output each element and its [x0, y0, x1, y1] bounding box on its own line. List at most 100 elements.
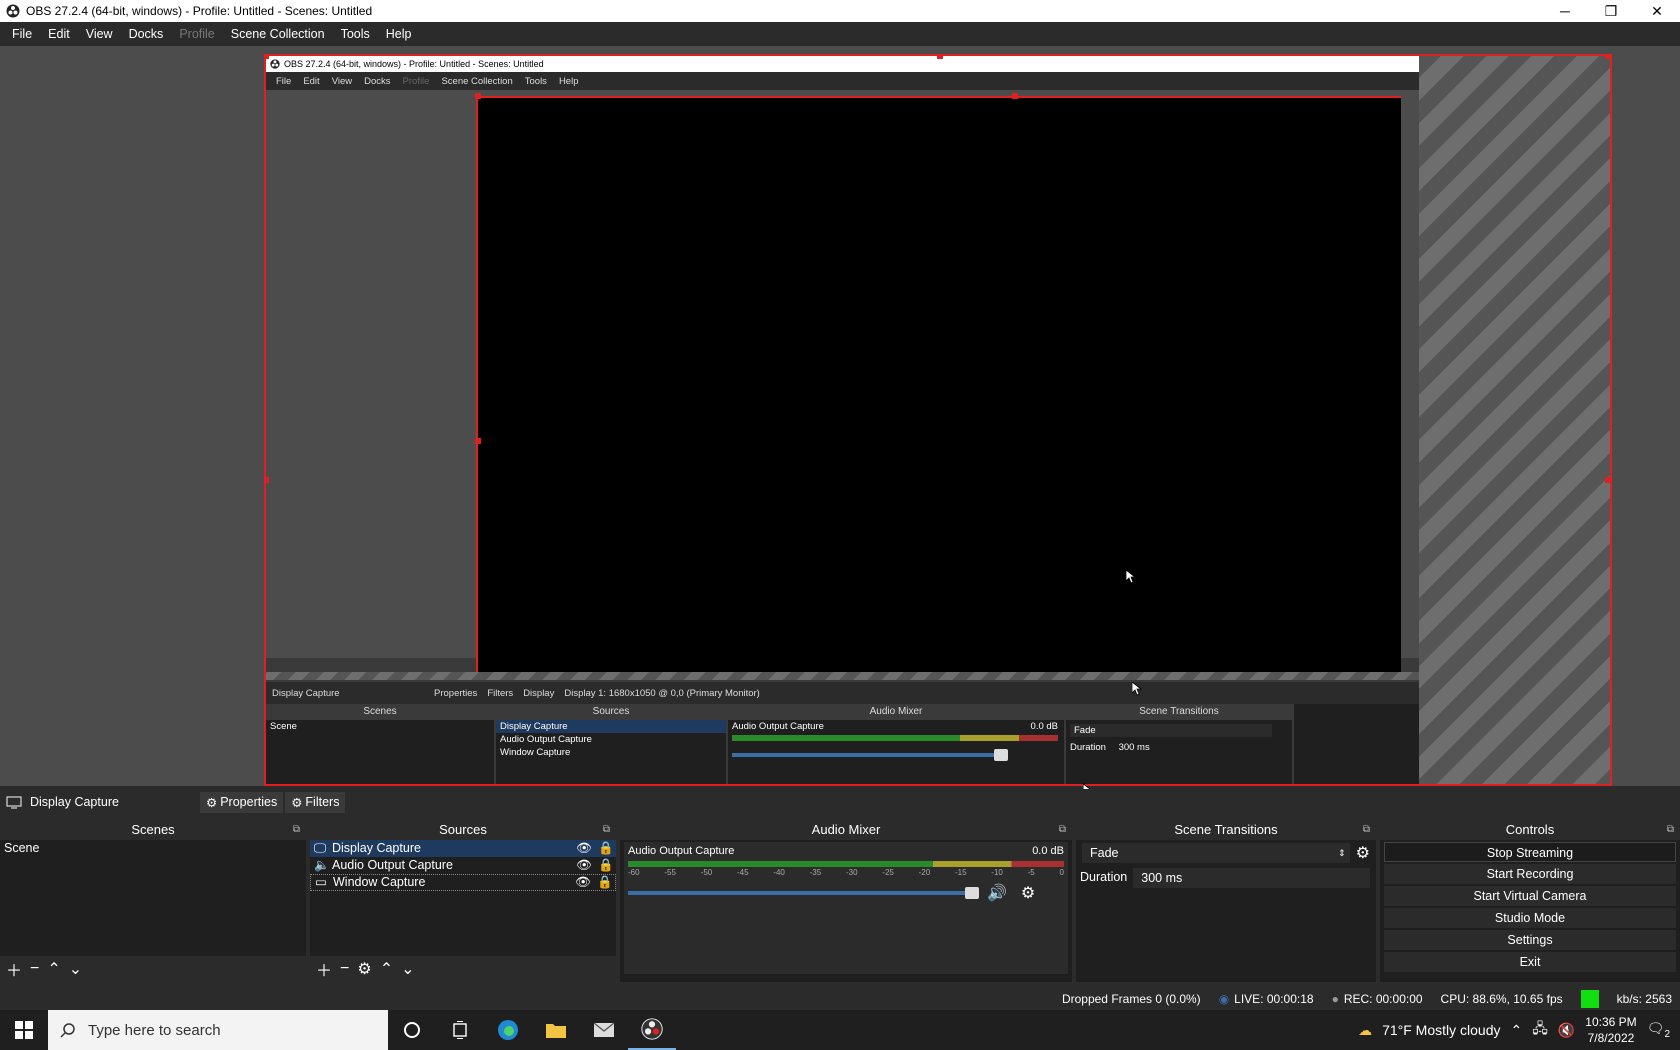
restore-button[interactable]: ❐	[1588, 0, 1634, 22]
source-item[interactable]: 🖵 Display Capture 👁 🔒	[310, 840, 616, 857]
nested-menu-help: Help	[558, 75, 579, 87]
volume-slider[interactable]	[628, 887, 979, 899]
remove-icon[interactable]: −	[340, 960, 349, 978]
edge-browser-icon[interactable]	[484, 1010, 532, 1050]
scene-item[interactable]: Scene	[0, 840, 306, 857]
clock[interactable]: 10:36 PM 7/8/2022	[1585, 1014, 1636, 1046]
nested-volume-slider	[732, 749, 1008, 761]
undock-icon[interactable]: ⧉	[603, 820, 610, 840]
meter-tick: -5	[1027, 868, 1035, 877]
move-down-icon[interactable]: ⌄	[69, 959, 82, 979]
menu-profile[interactable]: Profile	[171, 27, 222, 41]
start-button[interactable]	[0, 1021, 48, 1039]
selected-source-name: Display Capture	[30, 795, 119, 809]
remove-icon[interactable]: −	[30, 960, 39, 978]
menu-edit[interactable]: Edit	[40, 27, 78, 41]
minimize-button[interactable]: ─	[1542, 0, 1588, 22]
speaker-icon: 🔈	[314, 858, 330, 872]
close-button[interactable]: ✕	[1634, 0, 1680, 22]
eye-icon[interactable]: 👁	[576, 857, 598, 874]
eye-icon[interactable]: 👁	[576, 840, 598, 857]
chevron-up-icon[interactable]: ⌃	[1510, 1022, 1522, 1039]
duration-input[interactable]: 300 ms	[1133, 868, 1370, 888]
preview-canvas[interactable]: OBS 27.2.4 (64-bit, windows) - Profile: …	[264, 54, 1612, 786]
network-icon[interactable]: 🖧	[1532, 1018, 1548, 1042]
notifications-icon[interactable]: 🗨2	[1647, 1020, 1670, 1040]
add-icon[interactable]: ＋	[6, 957, 22, 981]
source-item[interactable]: ▭ Window Capture 👁 🔒	[310, 874, 616, 891]
nested-scene-item: Scene	[270, 721, 297, 732]
exit-button[interactable]: Exit	[1384, 952, 1676, 972]
filters-button[interactable]: ⚙ Filters	[285, 791, 346, 813]
eye-icon[interactable]: 👁	[575, 874, 597, 891]
studio-mode-button[interactable]: Studio Mode	[1384, 908, 1676, 928]
cortana-icon[interactable]	[388, 1010, 436, 1050]
taskbar-search-box[interactable]: Type here to search	[48, 1010, 388, 1050]
lock-icon[interactable]: 🔒	[597, 874, 615, 891]
lock-icon[interactable]: 🔒	[598, 840, 616, 857]
move-up-icon[interactable]: ⌃	[380, 959, 393, 979]
undock-icon[interactable]: ⧉	[293, 820, 300, 840]
undock-icon[interactable]: ⧉	[1363, 820, 1370, 840]
nested-sources-header: Sources	[496, 704, 726, 720]
task-view-icon[interactable]	[436, 1010, 484, 1050]
window-titlebar: OBS 27.2.4 (64-bit, windows) - Profile: …	[0, 0, 1680, 22]
menu-tools[interactable]: Tools	[333, 27, 378, 41]
menu-file[interactable]: File	[4, 27, 40, 41]
gear-icon[interactable]: ⚙	[1356, 843, 1370, 863]
scene-label: Scene	[4, 841, 40, 855]
nested-transitions-dock: Scene Transitions Fade Duration 300 ms	[1066, 704, 1292, 784]
gear-icon[interactable]: ⚙	[1021, 883, 1035, 903]
resize-handle[interactable]	[475, 438, 481, 444]
nested-mixer-source: Audio Output Capture	[732, 721, 824, 732]
nested-controls-dock	[1294, 704, 1419, 784]
settings-button[interactable]: Settings	[1384, 930, 1676, 950]
add-icon[interactable]: ＋	[316, 957, 332, 981]
resize-handle[interactable]	[1605, 56, 1610, 59]
notification-count: 2	[1664, 1028, 1670, 1040]
source-item[interactable]: 🔈 Audio Output Capture 👁 🔒	[310, 857, 616, 874]
resize-handle[interactable]	[266, 56, 269, 59]
menu-scene-collection[interactable]: Scene Collection	[223, 27, 333, 41]
resize-handle[interactable]	[266, 477, 269, 483]
mail-icon[interactable]	[580, 1010, 628, 1050]
undock-icon[interactable]: ⧉	[1059, 820, 1066, 840]
meter-tick: -40	[773, 868, 785, 877]
speaker-mute-icon[interactable]: 🔊	[987, 883, 1007, 903]
stop-streaming-button[interactable]: Stop Streaming	[1384, 842, 1676, 862]
menu-help[interactable]: Help	[378, 27, 420, 41]
nested-sources-dock: Sources Display Capture Audio Output Cap…	[496, 704, 726, 784]
resize-handle[interactable]	[1605, 477, 1610, 483]
resize-handle[interactable]	[937, 56, 943, 59]
level-meter	[628, 861, 1064, 867]
start-virtual-camera-button[interactable]: Start Virtual Camera	[1384, 886, 1676, 906]
obs-taskbar-icon[interactable]	[628, 1010, 676, 1050]
menu-view[interactable]: View	[78, 27, 121, 41]
gear-icon[interactable]: ⚙	[357, 959, 371, 979]
resize-handle[interactable]	[475, 93, 481, 99]
volume-muted-icon[interactable]: 🔇	[1558, 1022, 1575, 1039]
nested-menu-scene-collection: Scene Collection	[441, 75, 513, 87]
properties-button[interactable]: ⚙ Properties	[200, 791, 284, 813]
transition-select[interactable]: Fade ⇕	[1082, 843, 1350, 863]
duration-row: Duration 300 ms	[1076, 865, 1376, 888]
menu-docks[interactable]: Docks	[121, 27, 172, 41]
transitions-header: Scene Transitions ⧉	[1076, 820, 1376, 840]
file-explorer-icon[interactable]	[532, 1010, 580, 1050]
search-icon	[60, 1023, 75, 1038]
weather-text[interactable]: 71°F Mostly cloudy	[1382, 1022, 1500, 1038]
weather-icon[interactable]: ☁	[1358, 1022, 1372, 1039]
resize-handle[interactable]	[1012, 93, 1018, 99]
start-recording-button[interactable]: Start Recording	[1384, 864, 1676, 884]
meter-ticks: -60 -55 -50 -45 -40 -35 -30 -25 -20 -15 …	[628, 868, 1064, 877]
sources-toolbar: ＋ − ⚙ ⌃ ⌄	[310, 956, 616, 982]
preview-area[interactable]: OBS 27.2.4 (64-bit, windows) - Profile: …	[0, 46, 1680, 786]
lock-icon[interactable]: 🔒	[598, 857, 616, 874]
move-down-icon[interactable]: ⌄	[401, 959, 414, 979]
undock-icon[interactable]: ⧉	[1667, 820, 1674, 840]
move-up-icon[interactable]: ⌃	[47, 959, 60, 979]
meter-tick: -55	[664, 868, 676, 877]
volume-slider-knob[interactable]	[965, 887, 979, 899]
clock-time: 10:36 PM	[1585, 1015, 1637, 1029]
nested-menu-file: File	[276, 75, 292, 87]
